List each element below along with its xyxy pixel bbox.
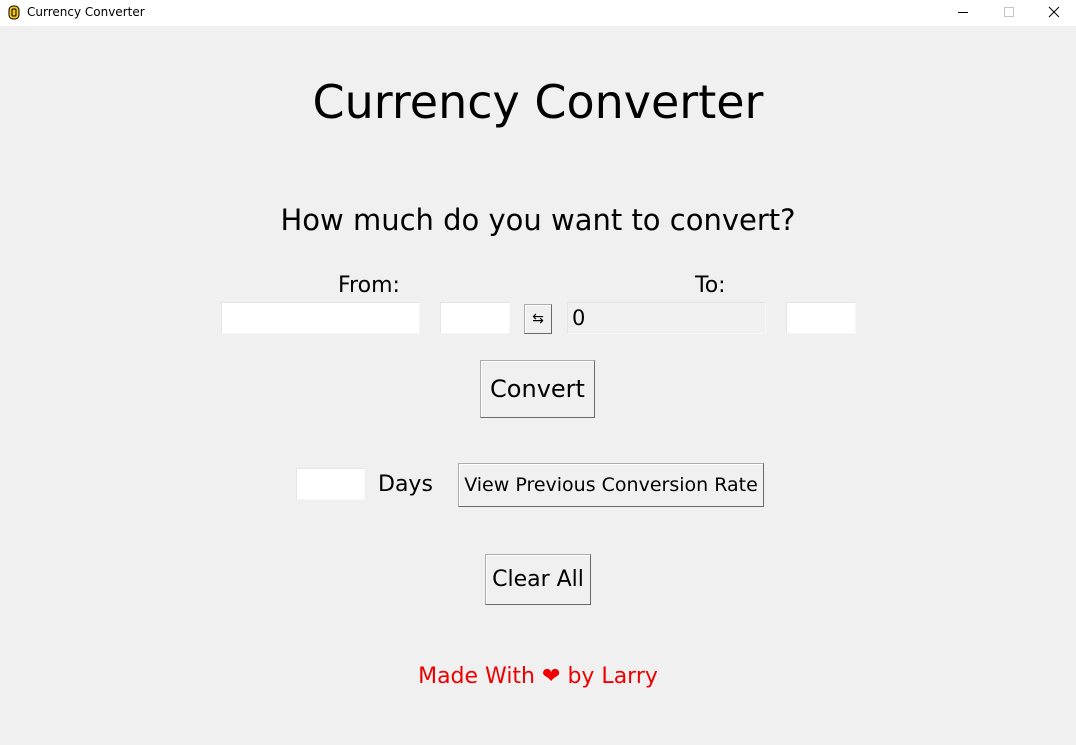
window-title-bar: Currency Converter	[0, 0, 1076, 26]
window-title: Currency Converter	[27, 5, 145, 19]
maximize-icon	[1004, 7, 1014, 17]
days-input[interactable]	[296, 468, 365, 500]
question-label: How much do you want to convert?	[280, 203, 796, 237]
amount-input[interactable]	[221, 302, 420, 334]
footer-suffix: by Larry	[567, 664, 658, 689]
close-button[interactable]	[1030, 0, 1076, 26]
footer-credit: Made With ❤ by Larry	[338, 662, 738, 692]
convert-button[interactable]: Convert	[480, 360, 595, 418]
result-field	[567, 302, 766, 334]
minimize-button[interactable]	[939, 0, 985, 26]
from-label: From:	[338, 273, 400, 298]
days-label: Days	[378, 472, 433, 497]
coin-icon	[8, 5, 20, 20]
maximize-button[interactable]	[985, 0, 1031, 26]
clear-all-button[interactable]: Clear All	[485, 554, 591, 605]
footer-prefix: Made With	[418, 664, 536, 689]
close-icon	[1048, 6, 1060, 18]
minimize-icon	[958, 12, 968, 13]
view-previous-rate-button[interactable]: View Previous Conversion Rate	[458, 463, 764, 507]
to-label: To:	[695, 273, 726, 298]
heart-icon: ❤	[542, 664, 561, 689]
to-currency-input[interactable]	[786, 302, 856, 334]
swap-button[interactable]: ⇆	[524, 304, 552, 334]
from-currency-input[interactable]	[440, 302, 510, 334]
swap-arrows-icon: ⇆	[532, 311, 544, 327]
page-title: Currency Converter	[312, 75, 764, 129]
